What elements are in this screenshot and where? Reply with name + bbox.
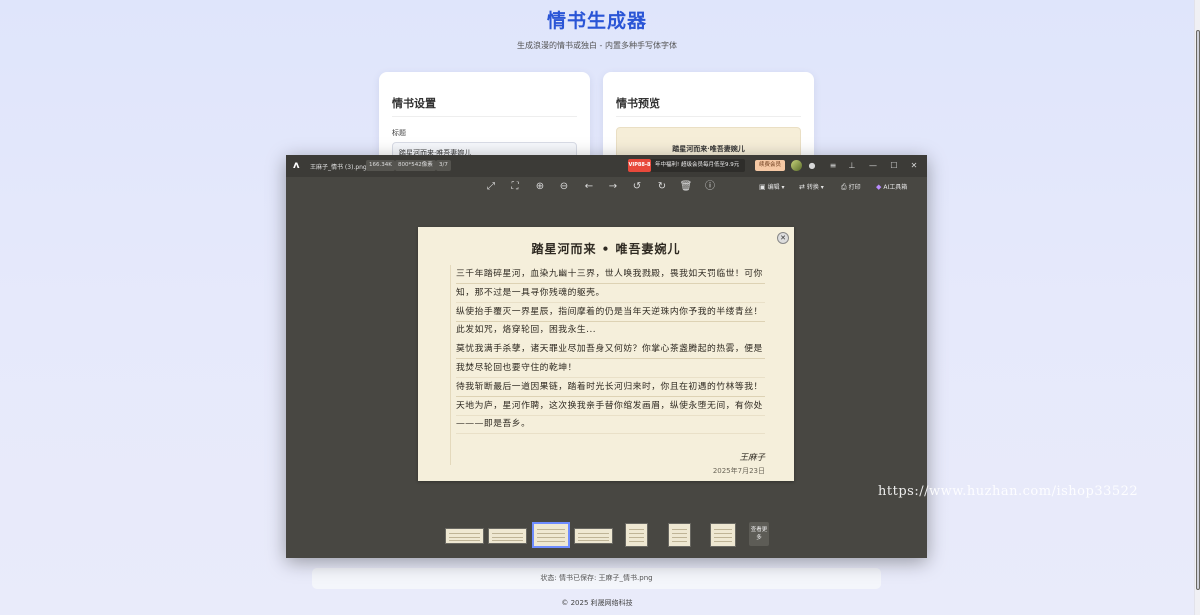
next-arrow-icon[interactable]: →	[606, 180, 620, 194]
fit-window-icon[interactable]: ⛶	[508, 180, 522, 194]
letter-title: 踏星河而来 • 唯吾妻婉儿	[531, 242, 681, 256]
print-label: 打印	[848, 184, 861, 191]
edit-icon: ▣	[759, 183, 766, 191]
convert-icon: ⇄	[799, 183, 805, 191]
preview-paper-title: 踏星河而来·唯吾妻婉儿	[672, 144, 745, 153]
delete-icon[interactable]: 🗑	[679, 180, 693, 194]
settings-card-title: 情书设置	[392, 97, 436, 110]
thumbnail-strip: 查看更多	[286, 519, 927, 549]
app-logo-icon: ʌ	[293, 160, 300, 171]
info-icon[interactable]: ⓘ	[703, 180, 717, 194]
previous-arrow-icon[interactable]: ←	[582, 180, 596, 194]
title-field-label: 标题	[392, 129, 406, 137]
scrollbar-thumb[interactable]	[1196, 30, 1200, 590]
ai-label: AI工具箱	[883, 184, 908, 191]
window-close-icon[interactable]: ✕	[908, 160, 920, 172]
thumbnail-4[interactable]	[574, 528, 613, 544]
letter-paragraph: 三千年踏碎星河，血染九幽十三界，世人唤我戮殿，畏我如天罚临世！可你知，那不过是一…	[456, 265, 765, 303]
watermark-text: https://www.huzhan.com/ishop33522	[878, 484, 1139, 499]
thumbnail-1[interactable]	[445, 528, 484, 544]
letter-date: 2025年7月23日	[712, 467, 765, 475]
page-scrollbar[interactable]	[1194, 0, 1200, 615]
viewer-file-name: 王麻子_情书 (3).png	[310, 164, 367, 171]
ai-icon: ◆	[876, 183, 882, 191]
settings-dot-icon[interactable]: ●	[806, 160, 818, 172]
image-index-chip: 3/7	[436, 160, 451, 171]
footer: © 2025 利晟网络科技	[561, 599, 633, 607]
promo-tag: VIP88-8	[628, 159, 651, 172]
thumbnail-7[interactable]	[710, 523, 736, 547]
menu-icon[interactable]: ≡	[827, 160, 839, 172]
thumbnail-6[interactable]	[668, 523, 691, 547]
promo-banner[interactable]: VIP88-8 年中福利! 超级会员每月低至9.9元	[628, 159, 745, 172]
zoom-out-icon[interactable]: ⊖	[557, 180, 571, 194]
file-size-chip: 166.34K	[366, 160, 395, 171]
image-viewer-window: ʌ 王麻子_情书 (3).png 166.34K 800*542像素 3/7 V…	[286, 155, 1138, 558]
letter-body: 三千年踏碎星河，血染九幽十三界，世人唤我戮殿，畏我如天罚临世！可你知，那不过是一…	[456, 265, 765, 435]
see-more-button[interactable]: 查看更多	[749, 522, 769, 546]
divider	[616, 116, 801, 117]
edit-label: 编辑	[767, 184, 780, 191]
maximize-icon[interactable]: ☐	[888, 160, 900, 172]
promo-text: 年中福利! 超级会员每月低至9.9元	[655, 162, 740, 168]
viewer-titlebar: ʌ 王麻子_情书 (3).png 166.34K 800*542像素 3/7 V…	[286, 155, 927, 177]
divider	[392, 116, 577, 117]
page-title: 情书生成器	[546, 10, 647, 32]
letter-paragraph: 待我斩断最后一道因果链，踏着时光长河归来时，你且在初遇的竹林等我！天地为庐，星河…	[456, 377, 765, 435]
close-icon[interactable]: ✕	[777, 232, 789, 244]
vip-renew-button[interactable]: 续费会员	[755, 160, 785, 171]
thumbnail-2[interactable]	[488, 528, 527, 544]
avatar[interactable]	[791, 160, 802, 171]
letter-paragraph: 纵使抬手覆灭一界星辰，指间摩着的仍是当年天逆珠内你予我的半缕青丝！此发如咒，烙穿…	[456, 302, 765, 341]
print-button[interactable]: ⎙ 打印	[841, 182, 861, 192]
viewer-toolbar: ⤢ ⛶ ⊕ ⊖ ← → ↺ ↻ 🗑 ⓘ ▣ 编辑 ▾ ⇄ 转换 ▾ ⎙ 打印 ◆ AI工…	[286, 177, 927, 197]
dimensions-chip: 800*542像素	[395, 160, 436, 171]
zoom-in-icon[interactable]: ⊕	[533, 180, 547, 194]
letter-signature: 王麻子	[739, 453, 765, 463]
convert-menu[interactable]: ⇄ 转换 ▾	[799, 182, 824, 192]
thumbnail-5[interactable]	[625, 523, 648, 547]
rotate-right-icon[interactable]: ↻	[655, 180, 669, 194]
print-icon: ⎙	[841, 183, 847, 191]
minimize-icon[interactable]: —	[867, 160, 879, 172]
edit-menu[interactable]: ▣ 编辑 ▾	[759, 182, 785, 192]
convert-label: 转换	[806, 184, 819, 191]
letter-image: 踏星河而来 • 唯吾妻婉儿 三千年踏碎星河，血染九幽十三界，世人唤我戮殿，畏我如…	[418, 227, 794, 481]
page-subtitle: 生成浪漫的情书或独白 - 内置多种手写体字体	[517, 41, 677, 50]
ai-toolbox-button[interactable]: ◆ AI工具箱	[876, 182, 907, 192]
letter-paragraph: 莫忧我满手杀孽，诸天罪业尽加吾身又何妨？你掌心茶盏腾起的热雾，便是我焚尽轮回也要…	[456, 340, 765, 378]
rotate-left-icon[interactable]: ↺	[630, 180, 644, 194]
fullscreen-icon[interactable]: ⤢	[484, 180, 498, 194]
pin-icon[interactable]: ⊥	[846, 160, 858, 172]
thumbnail-3[interactable]	[532, 522, 570, 548]
preview-card-title: 情书预览	[616, 97, 660, 110]
status-bar: 状态: 情书已保存: 王麻子_情书.png	[312, 568, 881, 589]
